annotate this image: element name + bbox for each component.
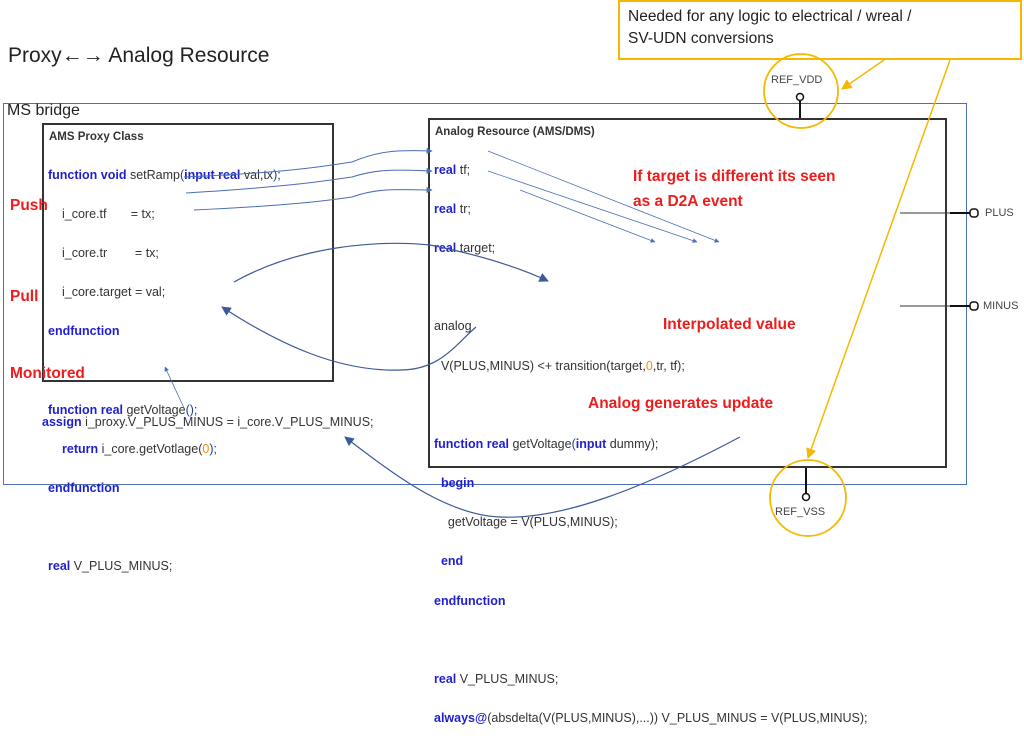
title-proxy: Proxy [8,44,62,67]
code-line-real-v: real V_PLUS_MINUS; [434,672,559,687]
code-line-tr: i_core.tr = tx; [62,245,159,260]
bidirectional-arrow-icon: ←→ [61,44,104,67]
pin-label-ref-vdd: REF_VDD [771,74,823,86]
proxy-class-header: AMS Proxy Class [49,131,144,143]
code-line-always: always@(absdelta(V(PLUS,MINUS),...)) V_P… [434,711,868,726]
pin-label-minus: MINUS [983,300,1019,312]
code-line-real-target: real target; [434,240,496,255]
code-line-begin: begin [434,476,475,491]
callout-line-2: SV-UDN conversions [628,30,774,47]
analog-resource-header: Analog Resource (AMS/DMS) [435,126,595,138]
analog-resource-code: real tf; real tr; real target; analog V(… [434,141,868,748]
annotation-monitored: Monitored [10,365,85,382]
pin-label-plus: PLUS [985,207,1014,219]
title-analog-resource: Analog Resource [108,44,270,67]
ref-vdd-pin-icon [795,92,805,102]
callout-pointer-vdd [841,59,885,90]
code-line-analog: analog [434,319,472,334]
callout-ref-pins-note: Needed for any logic to electrical / wre… [618,0,1022,60]
code-line-setramp: function void setRamp(input real val,tx)… [48,167,281,182]
annotation-d2a-event: If target is different its seen as a D2A… [633,168,836,210]
annotation-push: Push [10,197,48,214]
code-line-end: end [434,554,464,569]
code-line-endfunction: endfunction [48,324,120,339]
plus-pin-icon [969,208,979,218]
pin-label-ref-vss: REF_VSS [775,506,826,518]
ms-bridge-label: MS bridge [7,102,80,119]
code-line-target: i_core.target = val; [62,285,166,300]
annotation-interpolated: Interpolated value [663,316,796,333]
minus-pin-icon [969,301,979,311]
code-line-contribution: V(PLUS,MINUS) <+ transition(target,0,tr,… [434,358,685,373]
code-line-fn-getvoltage: function real getVoltage(input dummy); [434,436,659,451]
annotation-analog-update: Analog generates update [588,395,774,412]
page-title: Proxy←→ Analog Resource [8,44,269,68]
code-line-endfunction: endfunction [48,481,120,496]
code-line-real-v: real V_PLUS_MINUS; [48,559,173,574]
callout-line-1: Needed for any logic to electrical / wre… [628,8,912,25]
annotation-pull: Pull [10,288,39,305]
assign-statement: assign i_proxy.V_PLUS_MINUS = i_core.V_P… [42,415,374,429]
code-line-return: return i_core.getVotlage(0); [62,441,217,456]
code-line-tf: i_core.tf = tx; [62,206,155,221]
code-line-endfunction: endfunction [434,593,506,608]
